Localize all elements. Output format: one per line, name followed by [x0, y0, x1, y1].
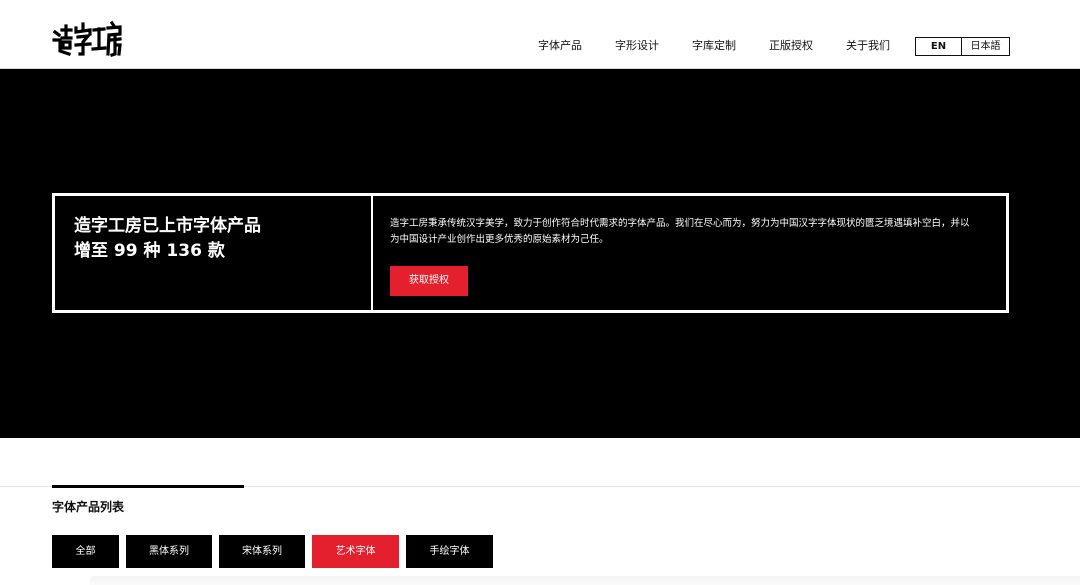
tab-hei-series[interactable]: 黑体系列 — [126, 535, 212, 568]
hero-title-line1: 造字工房已上市字体产品 — [74, 216, 261, 236]
hero-description: 造字工房秉承传统汉字美学，致力于创作符合时代需求的字体产品。我们在尽心而为，努力… — [390, 218, 970, 245]
nav-item-font-customization[interactable]: 字库定制 — [692, 39, 736, 53]
nav-item-about-us[interactable]: 关于我们 — [846, 39, 890, 53]
tab-song-series[interactable]: 宋体系列 — [219, 535, 305, 568]
section-title: 字体产品列表 — [52, 500, 125, 514]
tab-handdrawn-fonts[interactable]: 手绘字体 — [406, 535, 493, 568]
tab-art-fonts[interactable]: 艺术字体 — [312, 535, 399, 568]
header: 字体产品 字形设计 字库定制 正版授权 关于我们 EN 日本語 — [0, 0, 1080, 69]
lang-en-button[interactable]: EN — [916, 38, 962, 55]
tab-all[interactable]: 全部 — [52, 535, 119, 568]
hero-info-box: 造字工房已上市字体产品 增至 99 种 136 款 造字工房秉承传统汉字美学，致… — [52, 193, 1009, 313]
content-card-edge — [90, 576, 1080, 585]
hero-title-line2: 增至 99 种 136 款 — [74, 241, 225, 261]
hero-headline: 造字工房已上市字体产品 增至 99 种 136 款 — [55, 196, 373, 310]
nav-item-licensing[interactable]: 正版授权 — [769, 39, 813, 53]
lang-jp-button[interactable]: 日本語 — [962, 38, 1009, 55]
logo-icon[interactable] — [52, 18, 122, 60]
hero-banner: 造字工房已上市字体产品 增至 99 种 136 款 造字工房秉承传统汉字美学，致… — [0, 69, 1080, 438]
nav-item-font-products[interactable]: 字体产品 — [538, 39, 582, 53]
section-title-underline — [52, 485, 244, 488]
category-tabs: 全部 黑体系列 宋体系列 艺术字体 手绘字体 — [52, 535, 500, 568]
language-switcher: EN 日本語 — [915, 37, 1010, 56]
main-nav: 字体产品 字形设计 字库定制 正版授权 关于我们 — [538, 39, 923, 53]
nav-item-glyph-design[interactable]: 字形设计 — [615, 39, 659, 53]
get-license-button[interactable]: 获取授权 — [390, 266, 468, 296]
hero-body: 造字工房秉承传统汉字美学，致力于创作符合时代需求的字体产品。我们在尽心而为，努力… — [373, 196, 1006, 310]
